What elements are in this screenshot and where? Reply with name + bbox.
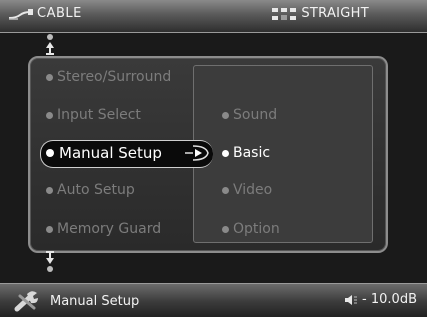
current-menu-indicator: Manual Setup	[14, 290, 139, 312]
submenu-panel	[193, 65, 373, 243]
menu-item-input-select[interactable]: Input Select	[46, 105, 141, 125]
surround-mode-icon	[272, 7, 297, 20]
bullet-icon	[46, 73, 53, 81]
wrench-icon	[14, 291, 38, 312]
submenu-item-label: Sound	[233, 107, 278, 123]
submenu-item-basic[interactable]: Basic	[222, 143, 270, 163]
submenu-item-video[interactable]: Video	[222, 180, 272, 200]
menu-item-label: Memory Guard	[57, 221, 162, 237]
submenu-item-option[interactable]: Option	[222, 219, 280, 239]
submenu-item-label: Video	[233, 182, 273, 198]
status-bar: CABLE STRAIGHT	[0, 0, 427, 33]
volume-level: - 10.0dB	[362, 292, 417, 307]
bullet-icon	[222, 111, 229, 119]
menu-item-label: Auto Setup	[57, 182, 135, 198]
bullet-icon	[222, 186, 229, 194]
volume-indicator: - 10.0dB	[344, 292, 417, 307]
current-menu-label: Manual Setup	[50, 293, 140, 309]
scroll-up-icon[interactable]	[45, 34, 55, 56]
menu-item-auto-setup[interactable]: Auto Setup	[46, 180, 135, 200]
submenu-item-sound[interactable]: Sound	[222, 105, 277, 125]
submenu-item-label: Basic	[233, 145, 271, 161]
bullet-icon	[222, 225, 229, 233]
chevron-right-icon	[185, 145, 209, 161]
menu-item-stereo-surround[interactable]: Stereo/Surround	[46, 67, 171, 87]
submenu-item-label: Option	[233, 221, 280, 237]
menu-item-label: Stereo/Surround	[57, 69, 172, 85]
cable-icon	[8, 8, 33, 20]
bullet-icon	[46, 225, 53, 233]
bullet-icon	[46, 186, 53, 194]
surround-mode-label: STRAIGHT	[301, 6, 369, 21]
source-label: CABLE	[37, 6, 82, 21]
menu-item-label: Manual Setup	[59, 144, 162, 162]
speaker-icon	[345, 294, 358, 305]
screen: CABLE STRAIGHT Stereo/Surround Input Sel…	[0, 0, 427, 317]
surround-mode-indicator: STRAIGHT	[271, 6, 369, 21]
footer-bar: Manual Setup - 10.0dB	[0, 283, 427, 317]
menu-item-label: Input Select	[57, 107, 141, 123]
bullet-icon	[46, 111, 53, 119]
scroll-down-icon[interactable]	[45, 250, 55, 272]
menu-item-manual-setup[interactable]: Manual Setup	[46, 143, 162, 163]
source-indicator: CABLE	[8, 6, 82, 21]
menu-item-memory-guard[interactable]: Memory Guard	[46, 219, 161, 239]
bullet-icon	[222, 149, 229, 157]
bullet-icon	[46, 149, 54, 157]
